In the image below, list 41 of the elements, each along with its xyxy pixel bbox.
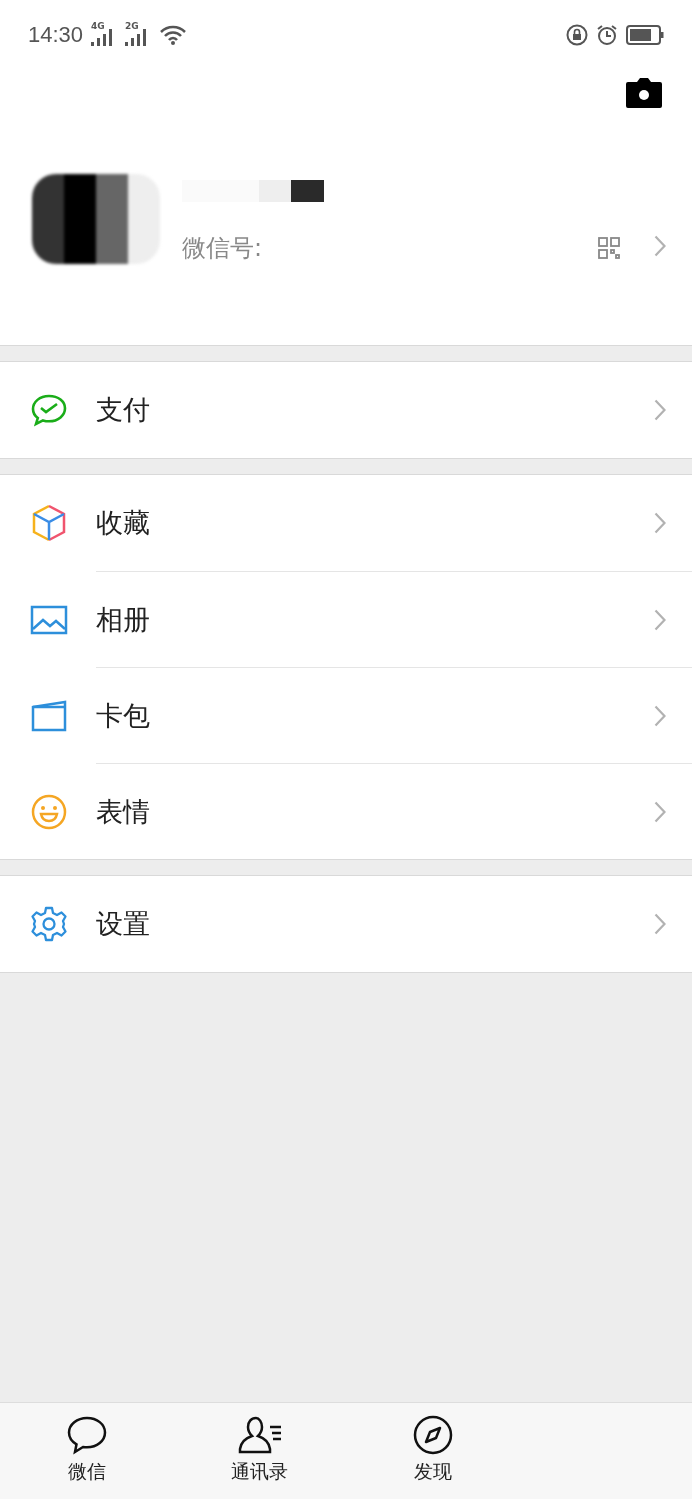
chevron-right-icon: [654, 512, 666, 534]
qr-code-icon[interactable]: [598, 237, 620, 259]
chevron-right-icon: [654, 913, 666, 935]
picture-icon: [30, 604, 68, 635]
card-icon: [30, 699, 68, 732]
chat-bubble-icon: [65, 1415, 108, 1455]
menu-label: 收藏: [96, 506, 151, 540]
wifi-icon: [159, 24, 188, 46]
menu-label: 卡包: [96, 698, 151, 733]
battery-icon: [626, 25, 664, 45]
settings-icon: [31, 906, 67, 942]
chevron-right-icon: [654, 608, 666, 631]
tab-button[interactable]: 微信: [0, 1413, 173, 1499]
menu-label: 表情: [96, 794, 151, 829]
menu-row[interactable]: 设置: [0, 876, 692, 972]
menu-label: 支付: [96, 393, 151, 427]
tab-button[interactable]: 通讯录: [173, 1413, 346, 1499]
camera-icon[interactable]: [626, 78, 662, 108]
tab-button[interactable]: 发现: [346, 1413, 519, 1499]
cube-icon: [31, 504, 67, 542]
wallet-check-icon: [30, 393, 68, 427]
chevron-right-icon: [654, 704, 666, 727]
menu-row[interactable]: 收藏: [0, 475, 692, 571]
wechat-id-label: 微信号:: [182, 233, 264, 264]
chevron-right-icon: [654, 800, 666, 823]
menu-label: 设置: [96, 907, 151, 941]
alarm-icon: [596, 24, 618, 46]
smiley-icon: [30, 792, 68, 831]
rotation-lock-icon: [566, 24, 588, 46]
network-type-label: 2G: [125, 21, 139, 31]
menu-row[interactable]: 相册: [96, 571, 692, 667]
avatar-placeholder[interactable]: [32, 174, 160, 264]
menu-row[interactable]: 支付: [0, 362, 692, 458]
network-type-label: 4G: [91, 21, 105, 31]
menu-row[interactable]: 表情: [96, 763, 692, 859]
chevron-right-icon: [654, 399, 666, 421]
compass-icon: [411, 1414, 454, 1456]
menu-row[interactable]: 卡包: [96, 667, 692, 763]
menu-label: 相册: [96, 602, 151, 637]
status-time: 14:30: [28, 22, 84, 48]
chevron-right-icon: [654, 235, 666, 257]
